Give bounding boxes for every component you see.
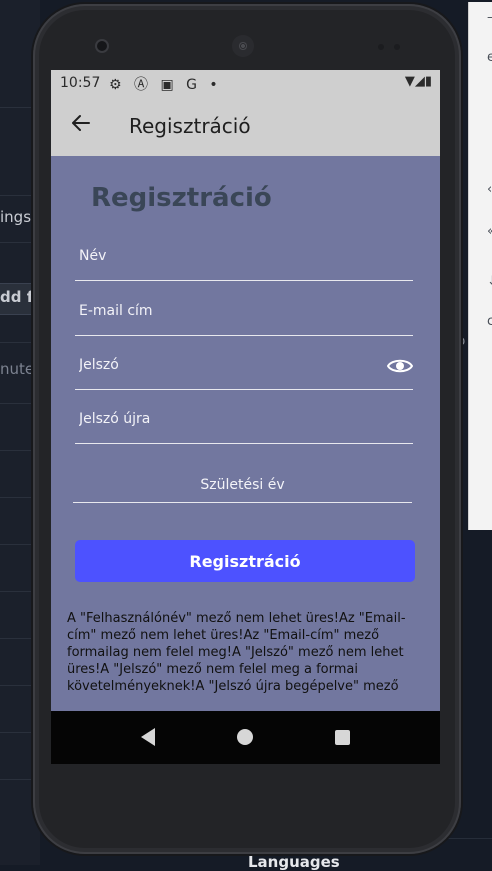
password-again-input[interactable] — [75, 407, 383, 431]
languages-label: Languages — [248, 853, 340, 871]
panel-glyph: ↓ — [487, 274, 492, 289]
eye-icon[interactable] — [387, 357, 413, 375]
sensor — [394, 44, 400, 50]
panel-glyph: e — [487, 50, 492, 65]
panel-glyph: c — [487, 314, 492, 329]
page-title: Regisztráció — [91, 183, 272, 213]
earpiece-speaker — [232, 35, 254, 57]
signal-battery-icons: ▼◢▮ — [404, 74, 432, 89]
email-field — [75, 289, 413, 336]
ide-text: nute — [0, 360, 35, 378]
nav-back-icon[interactable] — [139, 727, 157, 747]
nav-home-icon[interactable] — [237, 729, 253, 745]
app-bar: Regisztráció — [51, 96, 440, 156]
back-arrow-icon[interactable] — [69, 111, 93, 135]
birth-year-label: Születési év — [200, 477, 285, 493]
nav-recents-icon[interactable] — [335, 730, 350, 745]
error-messages: A "Felhasználónév" mező nem lehet üres!A… — [67, 611, 406, 694]
status-bar: 10:57 ⚙ Ⓐ ▣ G • ▼◢▮ — [51, 70, 440, 96]
ide-text: dd f — [0, 288, 34, 306]
ide-right-panel: – e ‹ « ↓ c p — [457, 2, 492, 530]
panel-glyph: « — [487, 224, 492, 239]
birth-year-picker[interactable]: Születési év — [73, 460, 412, 503]
panel-glyph: – — [487, 10, 492, 25]
ide-text: ings — [0, 208, 32, 226]
sensor — [378, 44, 384, 50]
name-field — [75, 234, 413, 281]
front-camera — [97, 41, 107, 51]
email-input[interactable] — [75, 299, 383, 323]
panel-glyph: ‹ — [487, 182, 492, 197]
password-again-field — [75, 397, 413, 444]
password-input[interactable] — [75, 353, 383, 377]
app-bar-title: Regisztráció — [129, 114, 251, 138]
register-button[interactable]: Regisztráció — [75, 540, 415, 582]
notification-icons: ⚙ Ⓐ ▣ G • — [109, 77, 222, 93]
android-nav-bar — [51, 711, 440, 764]
status-time: 10:57 — [60, 75, 101, 91]
app-screen: 10:57 ⚙ Ⓐ ▣ G • ▼◢▮ Regisztráció Regiszt… — [51, 70, 440, 764]
name-input[interactable] — [75, 244, 383, 268]
password-field — [75, 343, 413, 390]
